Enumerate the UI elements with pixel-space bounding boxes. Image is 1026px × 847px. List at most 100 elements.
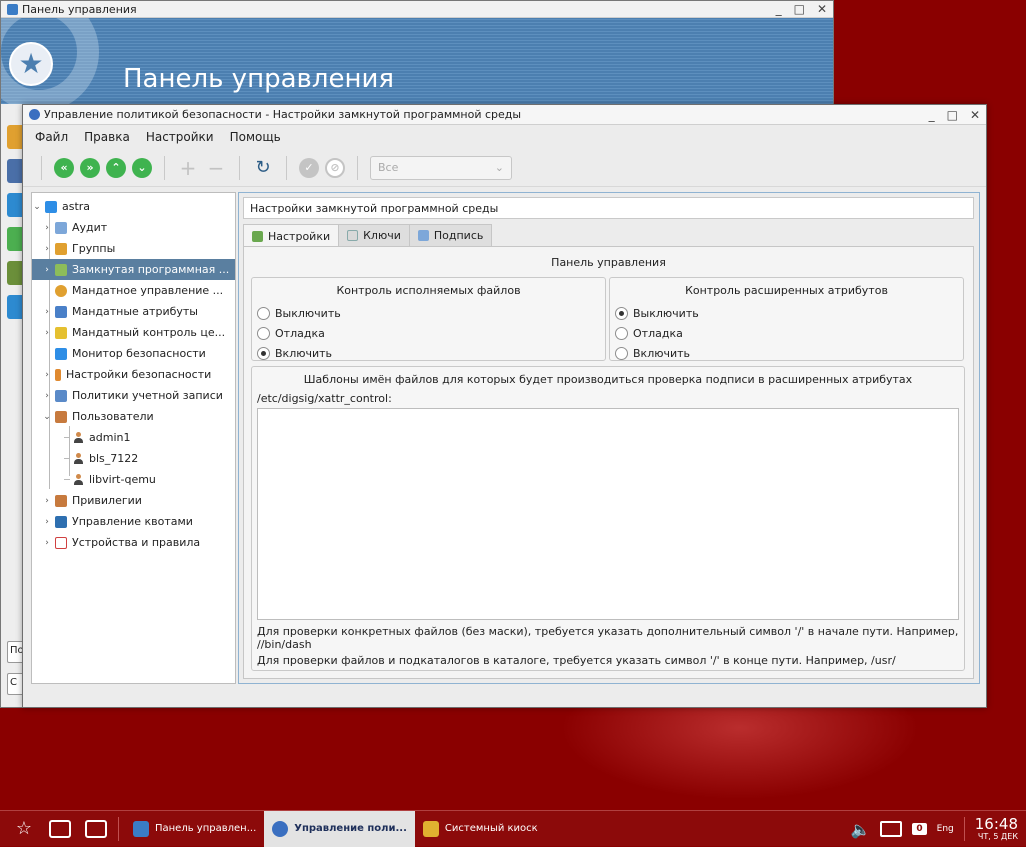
panel-title: Панель управления [551, 256, 666, 269]
chevron-right-icon[interactable]: › [42, 391, 52, 401]
chevron-right-icon[interactable]: › [42, 538, 52, 548]
close-button[interactable]: ✕ [970, 108, 980, 122]
exec-option-on[interactable]: Включить [252, 343, 605, 363]
apply-icon[interactable]: ✓ [299, 157, 319, 178]
tree-item-mandatory-attributes[interactable]: › Мандатные атрибуты [32, 301, 235, 322]
exec-option-off[interactable]: Выключить [252, 303, 605, 323]
radio-button[interactable] [615, 326, 628, 340]
control-panel-banner-title: Панель управления [123, 64, 394, 94]
tree-item-label: Политики учетной записи [72, 389, 223, 402]
chevron-right-icon[interactable]: › [42, 328, 52, 338]
templates-textarea[interactable] [257, 408, 959, 620]
xattr-option-off[interactable]: Выключить [610, 303, 963, 323]
tree-item-label: Мандатный контроль це... [72, 326, 226, 339]
tab-keys[interactable]: Ключи [338, 224, 410, 246]
tree-item-security-settings[interactable]: › Настройки безопасности [32, 364, 235, 385]
tree-item-user-bls_7122[interactable]: bls_7122 [32, 448, 235, 469]
keyboard-layout[interactable]: Eng [937, 824, 954, 834]
tree-item-devices-and-rules[interactable]: › Устройства и правила [32, 532, 235, 553]
radio-button-selected[interactable] [257, 346, 270, 360]
menu-file[interactable]: Файл [35, 130, 68, 144]
desktops-icon[interactable] [48, 817, 72, 841]
tree-item-groups[interactable]: › Группы [32, 238, 235, 259]
window-icon [49, 819, 71, 838]
section-header: Настройки замкнутой программной среды [243, 197, 974, 219]
tab-signature[interactable]: Подпись [408, 224, 493, 246]
tree-item-user-admin1[interactable]: admin1 [32, 427, 235, 448]
radio-label: Выключить [633, 306, 699, 320]
radio-button[interactable] [615, 346, 628, 360]
show-desktop-icon[interactable] [84, 817, 108, 841]
tree-item-closed-software-environment[interactable]: › Замкнутая программная ... [32, 259, 235, 280]
tree-item-privileges[interactable]: › Привилегии [32, 490, 235, 511]
menu-settings[interactable]: Настройки [146, 130, 214, 144]
previous-record-icon[interactable]: ⌃ [106, 157, 126, 178]
chevron-right-icon[interactable]: › [42, 307, 52, 317]
toolbar-separator [286, 155, 287, 180]
xattr-option-on[interactable]: Включить [610, 343, 963, 363]
maximize-button[interactable]: □ [794, 2, 805, 16]
maximize-button[interactable]: □ [947, 108, 958, 122]
tree-item-user-libvirt-qemu[interactable]: libvirt-qemu [32, 469, 235, 490]
chevron-right-icon[interactable]: › [42, 223, 52, 233]
exec-option-debug[interactable]: Отладка [252, 323, 605, 343]
control-panel-titlebar[interactable]: Панель управления _ □ ✕ [1, 1, 833, 18]
tab-settings[interactable]: Настройки [243, 224, 340, 247]
chevron-right-icon[interactable]: › [42, 496, 52, 506]
remove-icon[interactable]: − [205, 158, 227, 178]
minimize-button[interactable]: _ [776, 2, 782, 16]
exec-files-control-group: Контроль исполняемых файлов Выключить От… [251, 277, 606, 361]
volume-icon[interactable]: 🔈 [850, 820, 870, 839]
tree-root-astra[interactable]: ⌄ astra [32, 196, 235, 217]
last-record-icon[interactable]: » [80, 157, 100, 178]
notification-badge[interactable]: 0 [912, 823, 927, 835]
menubar: Файл Правка Настройки Помощь [23, 125, 986, 149]
xattr-option-debug[interactable]: Отладка [610, 323, 963, 343]
security-policy-window[interactable]: Управление политикой безопасности - Наст… [22, 104, 987, 708]
tree-item-label: Привилегии [72, 494, 142, 507]
radio-button-selected[interactable] [615, 306, 628, 320]
closed-environment-icon [55, 263, 67, 276]
radio-button[interactable] [257, 306, 270, 320]
group-title: Контроль расширенных атрибутов [685, 284, 888, 297]
task-system-kiosk[interactable]: Системный киоск [415, 811, 546, 847]
radio-label: Выключить [275, 306, 341, 320]
tree-item-mandatory-access[interactable]: Мандатное управление ... [32, 280, 235, 301]
tab-label: Подпись [433, 229, 484, 242]
chevron-right-icon[interactable]: › [42, 370, 52, 380]
tree-item-security-monitor[interactable]: Монитор безопасности [32, 343, 235, 364]
task-label: Управление поли... [294, 823, 407, 834]
tree-item-users[interactable]: ⌄ Пользователи [32, 406, 235, 427]
minimize-button[interactable]: _ [929, 108, 935, 122]
control-panel-task-icon [133, 820, 149, 837]
cancel-icon[interactable]: ⊘ [325, 157, 345, 178]
xattr-control-group: Контроль расширенных атрибутов Выключить… [609, 277, 964, 361]
security-policy-titlebar[interactable]: Управление политикой безопасности - Наст… [23, 105, 986, 125]
refresh-icon[interactable]: ↻ [252, 158, 274, 177]
chevron-down-icon[interactable]: ⌄ [32, 202, 42, 212]
chevron-right-icon[interactable]: › [42, 244, 52, 254]
first-record-icon[interactable]: « [54, 157, 74, 178]
close-button[interactable]: ✕ [817, 2, 827, 16]
tree-item-account-policies[interactable]: › Политики учетной записи [32, 385, 235, 406]
shield-task-icon [272, 820, 289, 837]
task-security-policy[interactable]: Управление поли... [264, 810, 415, 847]
task-control-panel[interactable]: Панель управлен... [125, 811, 264, 847]
menu-help[interactable]: Помощь [230, 130, 281, 144]
tree-item-integrity-control[interactable]: › Мандатный контроль це... [32, 322, 235, 343]
start-menu-star-icon[interactable]: ☆ [12, 817, 36, 841]
chevron-right-icon[interactable]: › [42, 265, 52, 275]
menu-edit[interactable]: Правка [84, 130, 130, 144]
chevron-right-icon[interactable]: › [42, 517, 52, 527]
radio-label: Включить [275, 346, 333, 360]
radio-label: Отладка [633, 326, 683, 340]
radio-button[interactable] [257, 326, 270, 340]
tree-item-quota-management[interactable]: › Управление квотами [32, 511, 235, 532]
filter-select[interactable]: Все ⌄ [370, 155, 512, 180]
chevron-down-icon[interactable]: ⌄ [42, 412, 52, 422]
clock[interactable]: 16:48 ЧТ, 5 ДЕК [975, 817, 1018, 841]
add-icon[interactable]: + [177, 158, 199, 178]
tree-item-audit[interactable]: › Аудит [32, 217, 235, 238]
next-record-icon[interactable]: ⌄ [132, 157, 152, 178]
network-icon[interactable] [880, 821, 903, 837]
